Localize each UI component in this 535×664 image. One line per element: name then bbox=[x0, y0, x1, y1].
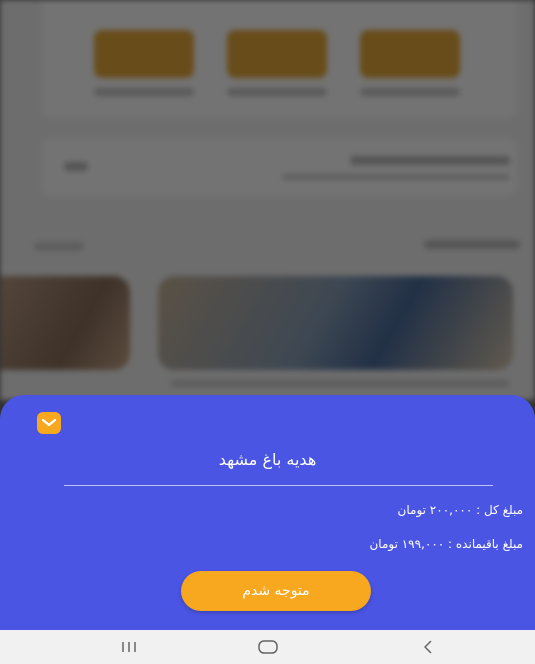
back-button[interactable] bbox=[398, 630, 458, 664]
sheet-title: هدیه باغ مشهد bbox=[218, 450, 317, 469]
home-icon bbox=[258, 640, 278, 654]
chevron-down-icon bbox=[41, 418, 57, 427]
remaining-amount-text: مبلغ باقیمانده : ۱۹۹,۰۰۰ تومان bbox=[369, 537, 523, 551]
system-navbar bbox=[0, 630, 535, 664]
total-amount-text: مبلغ کل : ۲۰۰,۰۰۰ تومان bbox=[397, 503, 523, 517]
recents-icon bbox=[122, 642, 136, 652]
home-button[interactable] bbox=[238, 630, 298, 664]
recents-button[interactable] bbox=[99, 630, 159, 664]
divider bbox=[64, 485, 493, 486]
collapse-button[interactable] bbox=[37, 412, 61, 434]
back-icon bbox=[424, 640, 432, 654]
confirm-button[interactable]: متوجه شدم bbox=[181, 571, 371, 611]
